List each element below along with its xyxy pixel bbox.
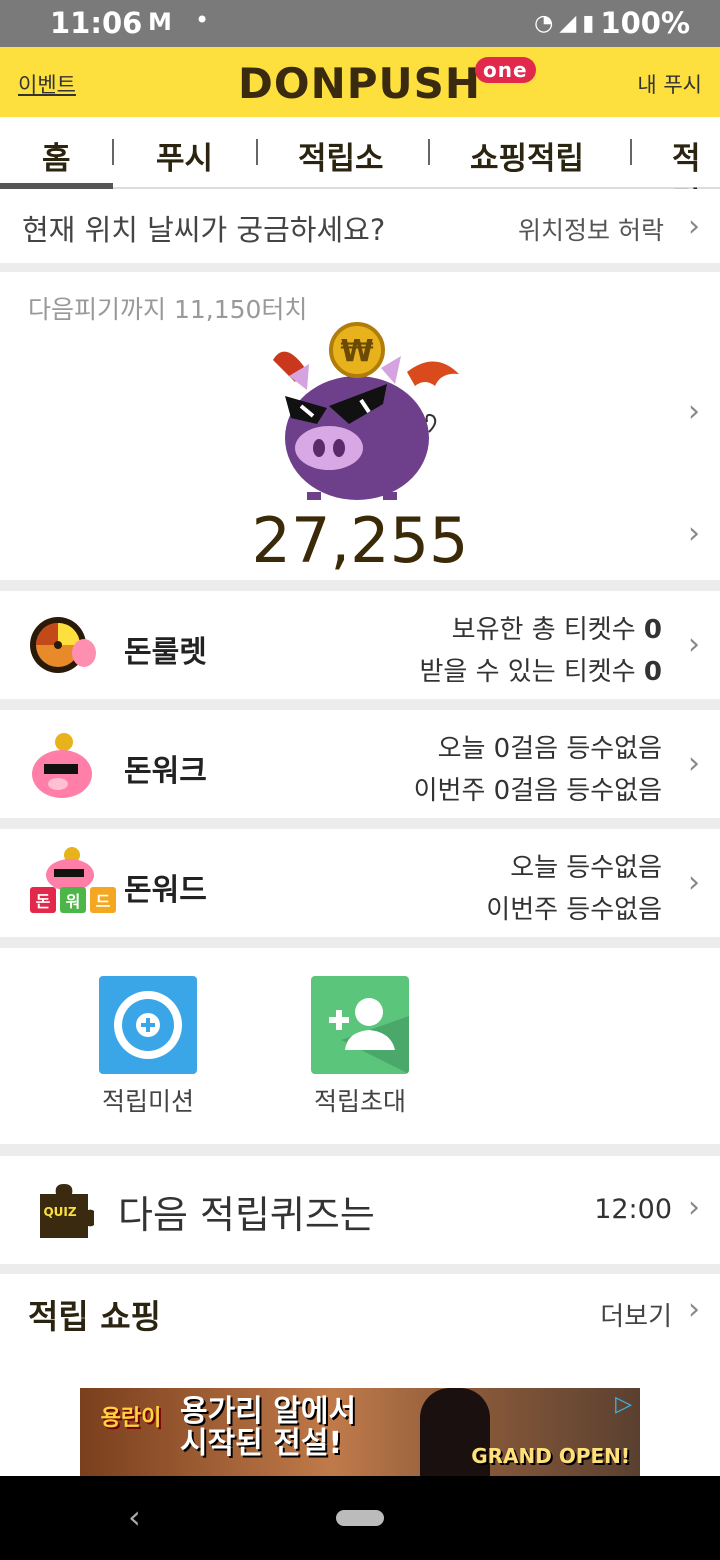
wifi-icon: ◔ bbox=[534, 10, 554, 36]
chevron-right-icon: › bbox=[688, 209, 700, 244]
roulette-line1-label: 보유한 총 티켓수 bbox=[451, 615, 644, 645]
piggy-amount: 27,255 bbox=[251, 504, 469, 577]
word-tile-don: 돈 bbox=[36, 892, 51, 911]
home-pill-icon[interactable] bbox=[336, 1510, 384, 1526]
roulette-line2-label: 받을 수 있는 티켓수 bbox=[419, 657, 644, 687]
walk-today: 오늘 0걸음 등수없음 bbox=[437, 734, 662, 764]
chevron-right-icon: › bbox=[688, 746, 700, 781]
list-item-roulette[interactable]: 돈룰렛 보유한 총 티켓수 0 받을 수 있는 티켓수 0 › bbox=[0, 591, 720, 699]
game-logo: 용란이 bbox=[100, 1406, 162, 1431]
ad-tagline-2: 시작된 전설! bbox=[180, 1426, 343, 1461]
signal-icon: ◢ bbox=[559, 10, 577, 36]
tab-divider bbox=[428, 139, 430, 165]
piggy-bank-card[interactable]: 다음피기까지 11,150터치 ₩ › 27,255 › bbox=[0, 272, 720, 580]
app-header: 이벤트 DONPUSH one 내 푸시 bbox=[0, 47, 720, 117]
walk-pig-icon bbox=[32, 733, 92, 798]
main-tabs: 홈 푸시 적립소 쇼핑적립 적립 bbox=[0, 117, 720, 222]
chevron-right-icon: › bbox=[688, 1292, 700, 1327]
word-tile-wo: 워 bbox=[66, 892, 81, 911]
system-nav-bar: ‹ bbox=[0, 1476, 720, 1560]
battery-percent: 100% bbox=[600, 6, 690, 40]
word-week: 이번주 등수없음 bbox=[486, 895, 662, 925]
chevron-right-icon: › bbox=[688, 516, 700, 551]
mission-target-icon[interactable] bbox=[99, 976, 197, 1074]
svg-text:₩: ₩ bbox=[340, 334, 373, 369]
walk-name: 돈워크 bbox=[124, 754, 207, 789]
gmail-icon: M bbox=[148, 8, 172, 36]
weather-question: 현재 위치 날씨가 궁금하세요? bbox=[22, 213, 386, 247]
tab-divider bbox=[630, 139, 632, 165]
tab-savings[interactable]: 적립소 bbox=[298, 133, 384, 178]
roulette-line1-value: 0 bbox=[643, 615, 662, 645]
chevron-right-icon: › bbox=[688, 865, 700, 900]
mission-shortcut[interactable]: 적립미션 bbox=[78, 976, 218, 1118]
status-icons: ◔ ◢ ▮ 100% bbox=[534, 6, 690, 40]
logo-sup: one bbox=[475, 57, 536, 83]
list-item-word[interactable]: 돈 워 드 돈워드 오늘 등수없음 이번주 등수없음 › bbox=[0, 829, 720, 937]
shopping-title: 적립 쇼핑 bbox=[28, 1297, 161, 1336]
chevron-right-icon: › bbox=[688, 394, 700, 429]
ad-tagline-1: 용가리 알에서 bbox=[180, 1394, 357, 1429]
tab-divider bbox=[256, 139, 258, 165]
chevron-right-icon: › bbox=[688, 1190, 700, 1225]
adchoices-icon[interactable]: ▷ bbox=[615, 1392, 632, 1417]
shopping-more-link[interactable]: 더보기 bbox=[600, 1296, 672, 1333]
word-tile-deu: 드 bbox=[96, 892, 111, 911]
walk-week: 이번주 0걸음 등수없음 bbox=[413, 776, 662, 806]
ad-grand-open: GRAND OPEN! bbox=[471, 1444, 630, 1468]
piggy-icon[interactable]: ₩ bbox=[265, 320, 465, 500]
tab-divider bbox=[112, 139, 114, 165]
quiz-title: 다음 적립퀴즈는 bbox=[118, 1193, 375, 1237]
mission-label: 적립미션 bbox=[101, 1087, 194, 1116]
tab-push[interactable]: 푸시 bbox=[156, 133, 213, 178]
add-person-icon[interactable] bbox=[311, 976, 409, 1074]
weather-permission-row[interactable]: 현재 위치 날씨가 궁금하세요? 위치정보 허락 › bbox=[0, 189, 720, 263]
list-item-walk[interactable]: 돈워크 오늘 0걸음 등수없음 이번주 0걸음 등수없음 › bbox=[0, 710, 720, 818]
quiz-puzzle-icon: QUIZ bbox=[40, 1184, 94, 1238]
donpush-logo: DONPUSH one bbox=[238, 57, 536, 108]
status-time: 11:06 bbox=[50, 6, 143, 40]
word-today: 오늘 등수없음 bbox=[510, 853, 662, 883]
word-name: 돈워드 bbox=[124, 873, 207, 908]
notification-dot-icon: • bbox=[195, 6, 210, 34]
back-icon[interactable]: ‹ bbox=[128, 1498, 141, 1536]
roulette-total-tickets: 보유한 총 티켓수 0 bbox=[452, 609, 662, 646]
invite-label: 적립초대 bbox=[313, 1087, 406, 1116]
roulette-line2-value: 0 bbox=[643, 657, 662, 687]
roulette-name: 돈룰렛 bbox=[124, 635, 207, 670]
tab-shopping[interactable]: 쇼핑적립 bbox=[470, 133, 584, 178]
roulette-available-tickets: 받을 수 있는 티켓수 0 bbox=[419, 651, 662, 688]
ad-tagline: 용가리 알에서 시작된 전설! bbox=[180, 1396, 356, 1460]
quiz-row[interactable]: QUIZ 다음 적립퀴즈는 12:00 › bbox=[0, 1156, 720, 1264]
my-push-link[interactable]: 내 푸시 bbox=[637, 69, 702, 99]
logo-text: DONPUSH bbox=[238, 59, 482, 108]
battery-icon: ▮ bbox=[582, 10, 595, 36]
invite-shortcut[interactable]: 적립초대 bbox=[290, 976, 430, 1118]
tab-home[interactable]: 홈 bbox=[42, 133, 71, 178]
quiz-badge-text: QUIZ bbox=[43, 1205, 76, 1219]
event-link[interactable]: 이벤트 bbox=[18, 69, 76, 99]
shortcut-grid: 적립미션 적립초대 bbox=[0, 948, 720, 1144]
chevron-right-icon: › bbox=[688, 627, 700, 662]
status-bar: 11:06 M • ◔ ◢ ▮ 100% bbox=[0, 0, 720, 47]
location-permission-link[interactable]: 위치정보 허락 bbox=[518, 211, 664, 247]
ad-banner[interactable]: 용란이 용가리 알에서 시작된 전설! GRAND OPEN! ▷ bbox=[80, 1388, 640, 1476]
roulette-icon bbox=[30, 617, 96, 673]
word-pig-icon: 돈 워 드 bbox=[30, 847, 116, 913]
quiz-time: 12:00 bbox=[594, 1194, 672, 1225]
